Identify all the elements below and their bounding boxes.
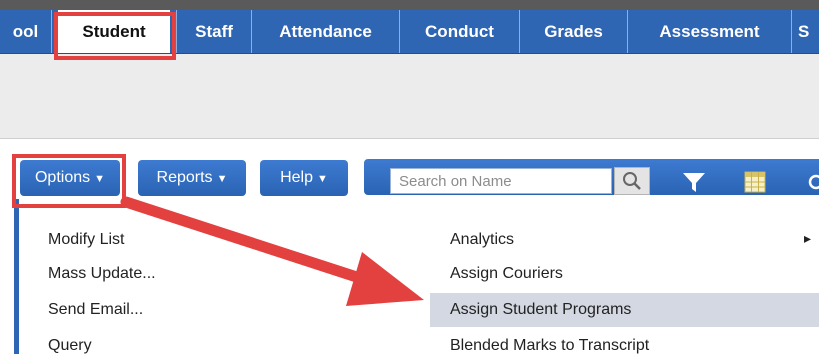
sub-header [0, 54, 819, 139]
tab-grades[interactable]: Grades [520, 10, 628, 53]
more-icon[interactable] [806, 170, 819, 194]
caret-down-icon: ▼ [216, 173, 228, 185]
search-input[interactable] [390, 168, 612, 194]
search-button[interactable] [614, 167, 650, 195]
tab-school[interactable]: ool [0, 10, 52, 53]
menu-item-assign-student-programs[interactable]: Assign Student Programs [450, 301, 631, 319]
top-strip [0, 0, 819, 10]
help-button[interactable]: Help ▼ [260, 160, 348, 196]
menu-accent-bar [14, 199, 19, 354]
annotation-box-student-tab [54, 12, 176, 60]
reports-label: Reports [156, 169, 213, 186]
tab-assessment[interactable]: Assessment [628, 10, 792, 53]
tab-conduct[interactable]: Conduct [400, 10, 520, 53]
submenu-arrow-icon: ▸ [804, 230, 812, 246]
grid-view-icon[interactable] [744, 171, 766, 193]
menu-item-assign-couriers[interactable]: Assign Couriers [450, 265, 563, 283]
filter-icon[interactable] [682, 170, 706, 194]
tab-schedule[interactable]: S [792, 10, 819, 53]
menu-item-blended-marks[interactable]: Blended Marks to Transcript [450, 337, 649, 355]
caret-down-icon: ▼ [317, 173, 328, 185]
tab-attendance[interactable]: Attendance [252, 10, 400, 53]
menu-item-send-email[interactable]: Send Email... [48, 301, 143, 319]
tab-staff[interactable]: Staff [176, 10, 252, 53]
annotation-box-options-button [12, 154, 126, 208]
menu-item-modify-list[interactable]: Modify List [48, 231, 124, 249]
help-label: Help [280, 169, 313, 186]
menu-item-mass-update[interactable]: Mass Update... [48, 265, 156, 283]
reports-button[interactable]: Reports ▼ [138, 160, 246, 196]
menu-item-query[interactable]: Query [48, 337, 92, 355]
magnifier-icon [623, 172, 641, 190]
menu-item-analytics[interactable]: Analytics [450, 231, 514, 249]
